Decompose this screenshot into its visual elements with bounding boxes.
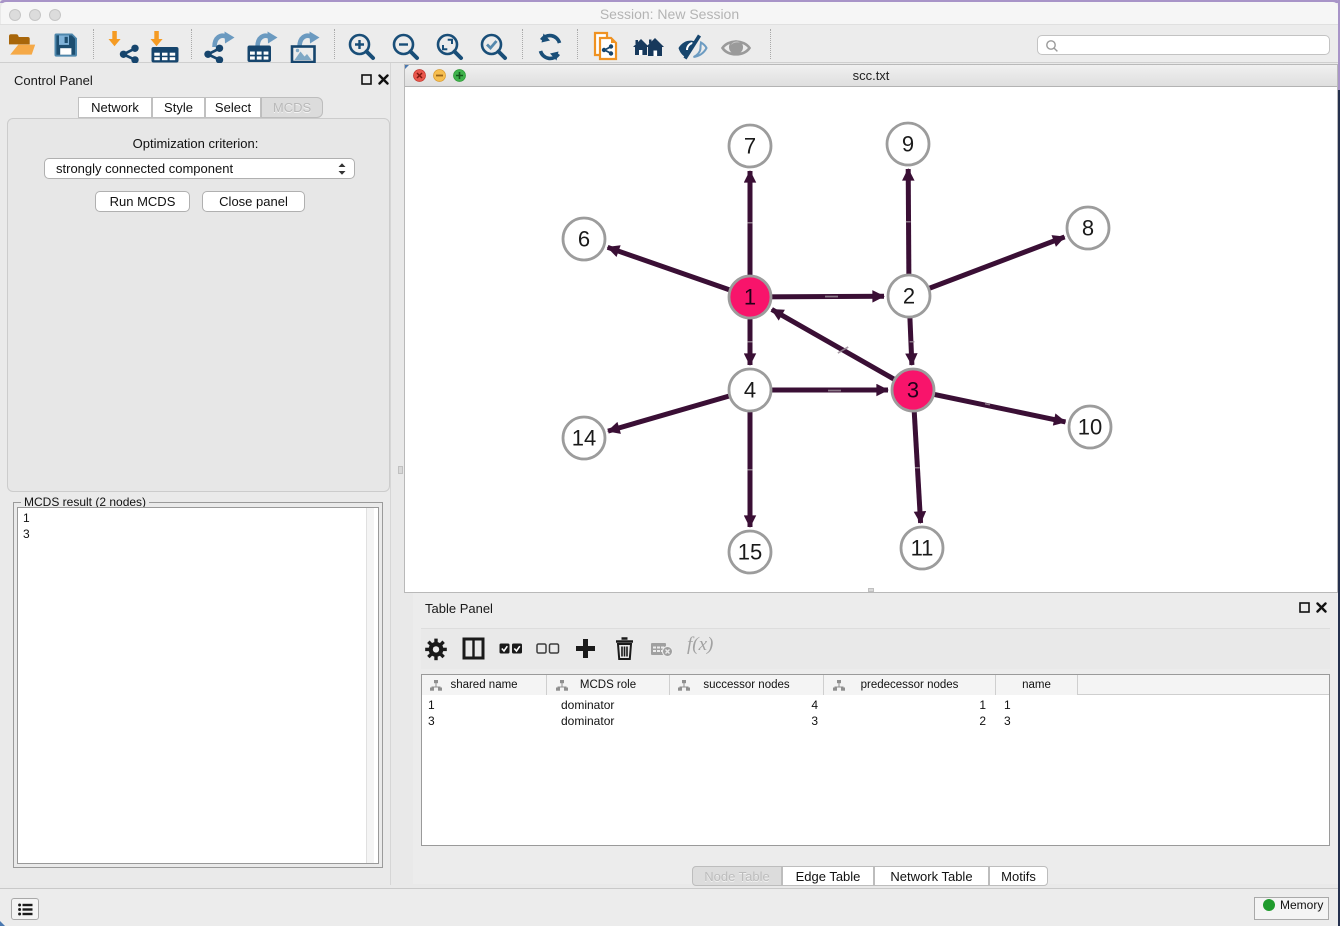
svg-text:11: 11 [911, 536, 934, 561]
svg-text:4: 4 [744, 378, 756, 403]
svg-text:14: 14 [572, 426, 596, 451]
svg-text:8: 8 [1082, 216, 1094, 241]
svg-text:9: 9 [902, 132, 914, 157]
svg-text:1: 1 [744, 285, 756, 310]
svg-text:6: 6 [578, 227, 590, 252]
svg-text:7: 7 [744, 134, 756, 159]
svg-text:2: 2 [903, 284, 915, 309]
svg-text:15: 15 [738, 540, 762, 565]
svg-text:3: 3 [907, 378, 919, 403]
svg-text:10: 10 [1078, 415, 1102, 440]
